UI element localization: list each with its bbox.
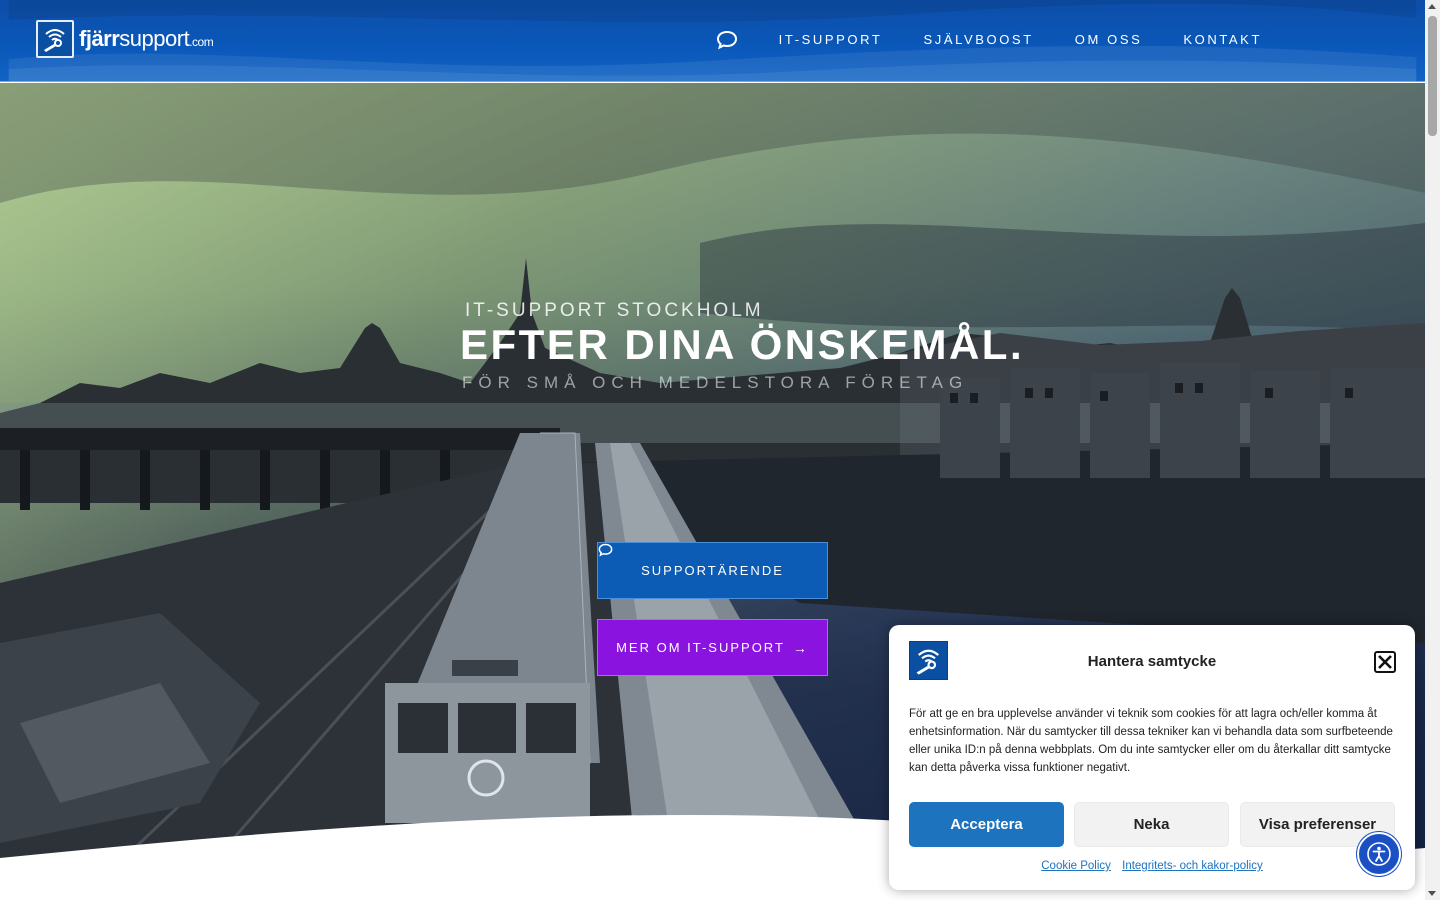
privacy-policy-link[interactable]: Integritets- och kakor-policy <box>1122 860 1263 872</box>
page: fjärrsupport.com IT-SUPPORT SJÄLVBOOST O… <box>0 0 1440 900</box>
site-logo[interactable]: fjärrsupport.com <box>36 20 214 58</box>
arrow-right-icon: → <box>792 639 809 656</box>
chat-bubble-icon[interactable] <box>716 30 738 50</box>
nav-kontakt[interactable]: KONTAKT <box>1183 30 1262 50</box>
logo-mark-icon <box>36 20 74 58</box>
deny-cookies-button[interactable]: Neka <box>1074 802 1229 847</box>
accessibility-icon <box>1367 842 1391 866</box>
nav-sjalvboost[interactable]: SJÄLVBOOST <box>923 30 1033 50</box>
more-it-support-label: MER OM IT-SUPPORT <box>616 640 785 655</box>
scrollbar-thumb[interactable] <box>1428 16 1437 136</box>
accept-cookies-button[interactable]: Acceptera <box>909 802 1064 847</box>
nav-it-support[interactable]: IT-SUPPORT <box>779 30 883 50</box>
logo-text: fjärrsupport.com <box>79 26 214 51</box>
cookie-links: Cookie Policy Integritets- och kakor-pol… <box>889 860 1415 872</box>
scroll-up-icon[interactable] <box>1428 4 1436 9</box>
cookie-consent-dialog: Hantera samtycke För att ge en bra upple… <box>889 625 1415 890</box>
cookie-policy-link[interactable]: Cookie Policy <box>1041 860 1111 872</box>
main-nav: IT-SUPPORT SJÄLVBOOST OM OSS KONTAKT <box>716 30 1262 50</box>
support-ticket-label: SUPPORTÄRENDE <box>641 563 784 578</box>
nav-om-oss[interactable]: OM OSS <box>1075 30 1143 50</box>
hero-subtitle: IT-SUPPORT STOCKHOLM <box>465 300 764 321</box>
support-ticket-button[interactable]: SUPPORTÄRENDE <box>597 542 828 599</box>
accessibility-button[interactable] <box>1357 832 1401 876</box>
cookie-body-text: För att ge en bra upplevelse använder vi… <box>909 708 1393 774</box>
cookie-title: Hantera samtycke <box>1087 653 1217 670</box>
hero-title: EFTER DINA ÖNSKEMÅL. <box>460 321 1025 368</box>
close-icon[interactable] <box>1374 651 1396 673</box>
more-it-support-button[interactable]: MER OM IT-SUPPORT → <box>597 619 828 676</box>
chat-bubble-icon <box>598 543 613 557</box>
site-header: fjärrsupport.com IT-SUPPORT SJÄLVBOOST O… <box>0 0 1425 82</box>
hero-tagline: FÖR SMÅ OCH MEDELSTORA FÖRETAG <box>462 373 969 392</box>
page-scrollbar[interactable] <box>1425 0 1440 900</box>
scroll-down-icon[interactable] <box>1428 891 1436 896</box>
